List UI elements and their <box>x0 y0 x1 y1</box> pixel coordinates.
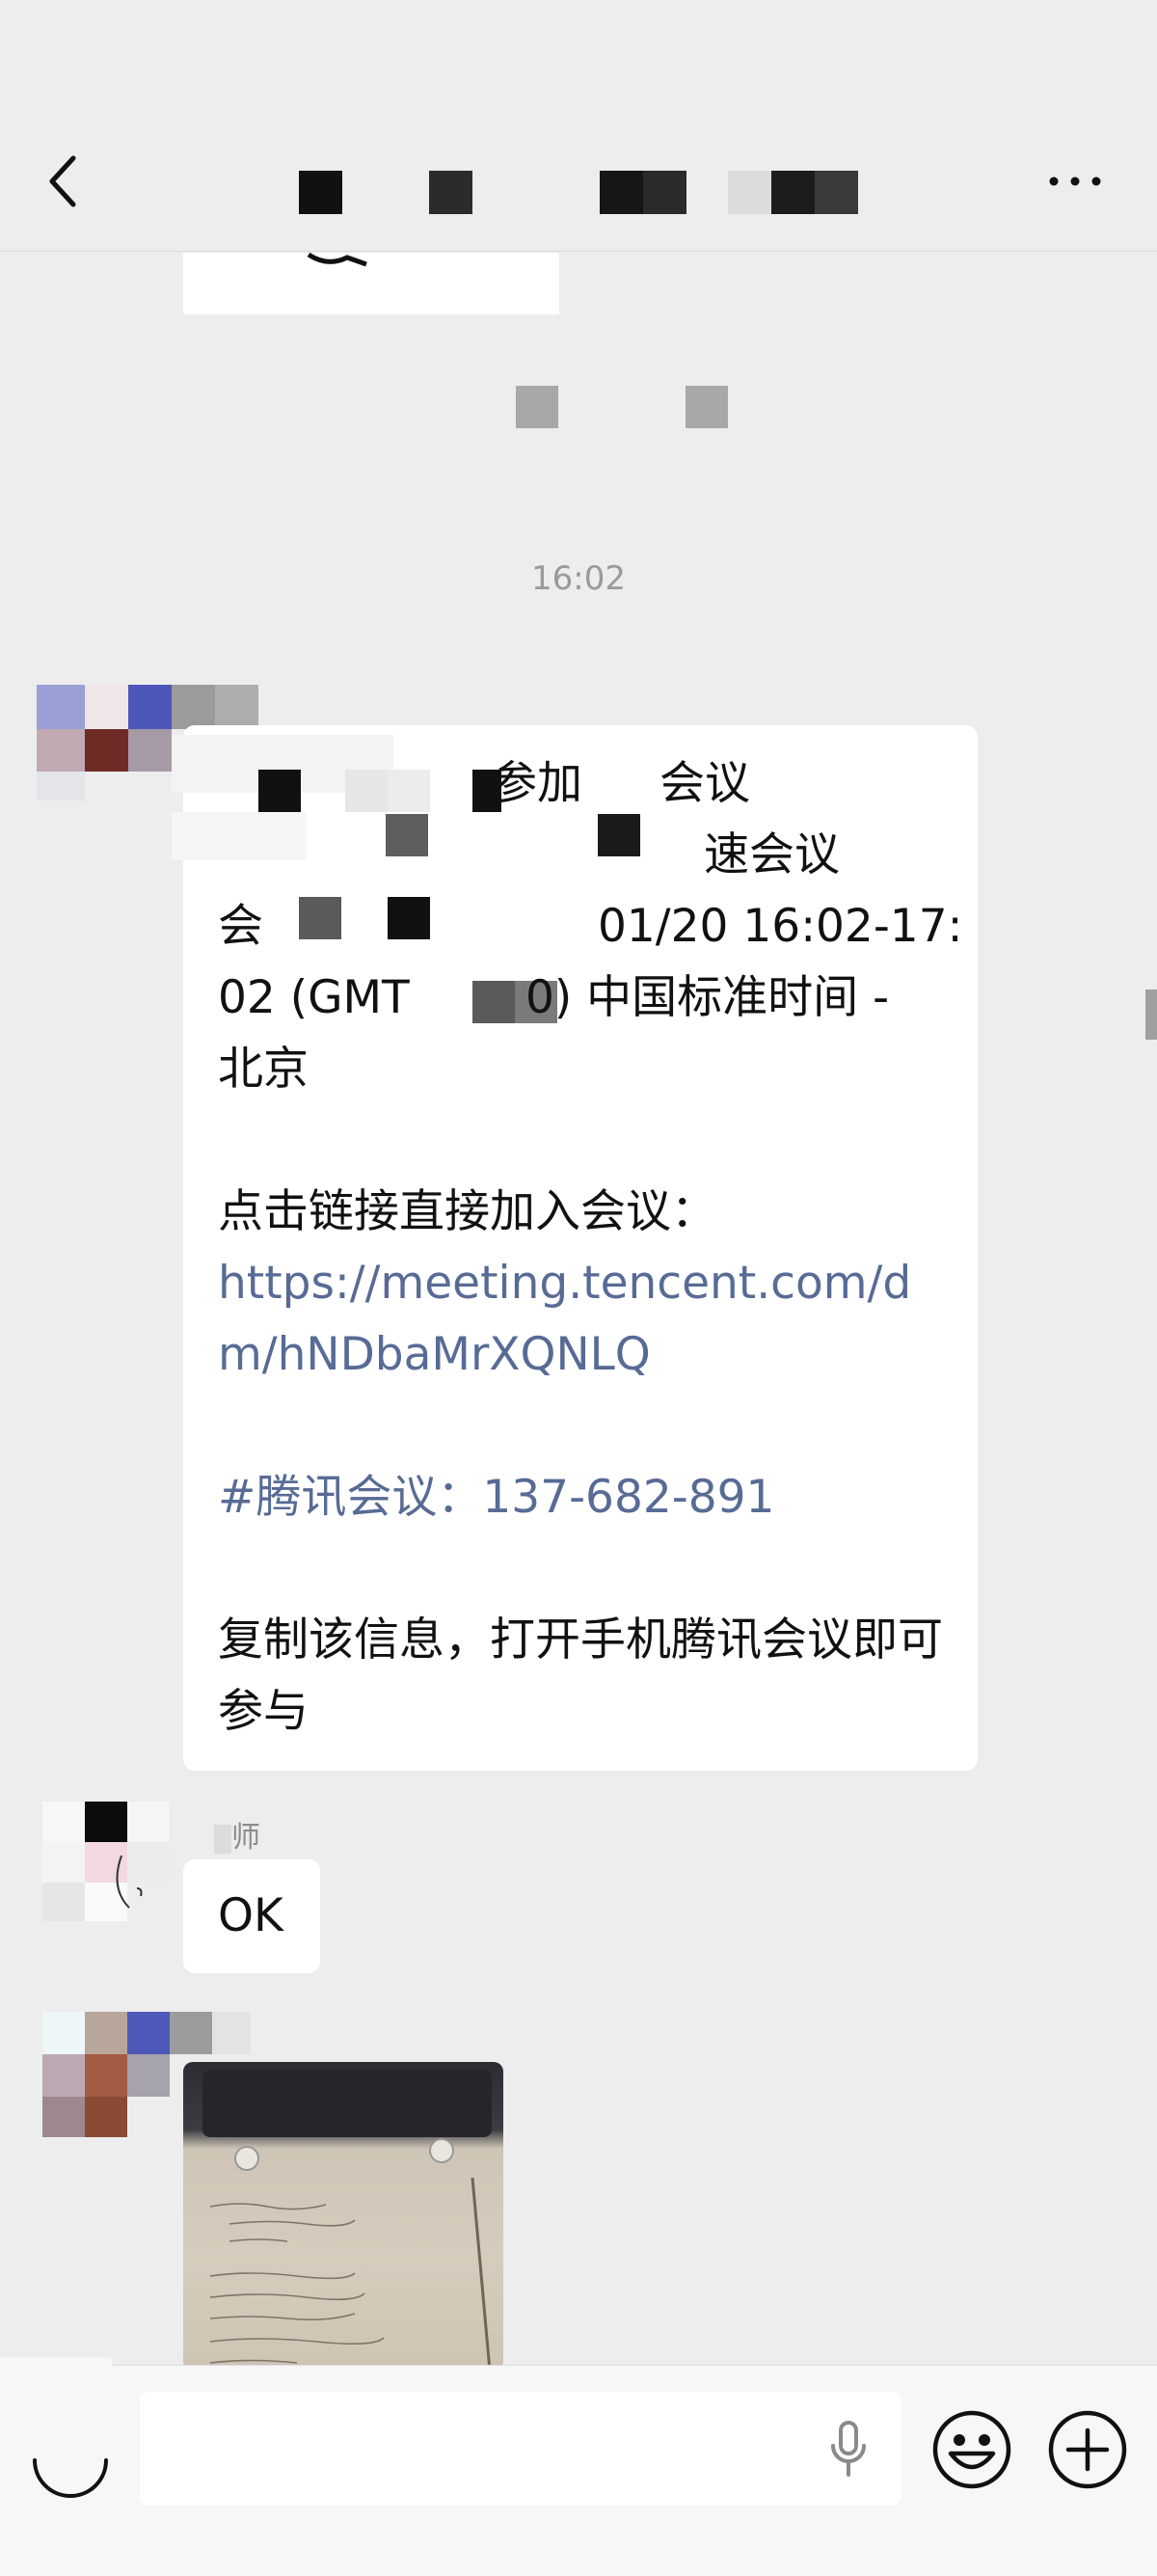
avatar[interactable] <box>42 1802 170 1927</box>
previous-image-message[interactable] <box>183 253 559 314</box>
copy-hint: 复制该信息，打开手机腾讯会议即可参与 <box>218 1613 943 1738</box>
meeting-id-hashtag[interactable]: #腾讯会议：137-682-891 <box>218 1462 774 1533</box>
message-input[interactable] <box>140 2392 901 2506</box>
photo-message[interactable] <box>183 2062 503 2371</box>
invite-line3-left: 会 <box>218 900 263 953</box>
invite-line2: 速会议 <box>704 828 840 881</box>
avatar[interactable] <box>37 685 258 810</box>
more-dots-icon[interactable] <box>1046 172 1104 191</box>
bottom-left-patch <box>0 2357 112 2386</box>
join-prompt: 点击链接直接加入会议： <box>218 1185 716 1238</box>
ok-reply-bubble[interactable]: OK <box>183 1859 320 1973</box>
invite-line4-right: 0) 中国标准时间 - <box>525 971 890 1024</box>
recall-notice <box>516 386 728 429</box>
meeting-link[interactable]: https://meeting.tencent.com/dm/hNDbaMrXQ… <box>218 1248 931 1391</box>
chat-header <box>0 0 1157 252</box>
scroll-indicator[interactable] <box>1145 990 1157 1040</box>
microphone-icon[interactable] <box>829 2419 868 2479</box>
meeting-invite-bubble[interactable]: 参加 会议 速会议 会 01/20 16:02-17: 02 (GMT 0) 中国… <box>172 725 978 1771</box>
invite-line1: 参加 会议 <box>492 757 750 810</box>
sender-name: 师 <box>214 1813 260 1856</box>
invite-line4-left: 02 (GMT <box>218 971 410 1024</box>
invite-line3: 01/20 16:02-17: <box>598 900 963 953</box>
reply-text: OK <box>218 1889 283 1942</box>
emoji-icon[interactable] <box>931 2409 1012 2490</box>
avatar-sketch <box>116 1855 143 1909</box>
voice-toggle-icon[interactable] <box>29 2417 112 2500</box>
notebook-photo <box>202 2070 492 2371</box>
avatar[interactable] <box>42 2012 251 2137</box>
message-timestamp: 16:02 <box>531 559 626 598</box>
image-fragment <box>307 253 367 267</box>
back-arrow-icon[interactable] <box>40 152 89 210</box>
invite-line5: 北京 <box>218 1043 309 1096</box>
plus-icon[interactable] <box>1047 2409 1128 2490</box>
